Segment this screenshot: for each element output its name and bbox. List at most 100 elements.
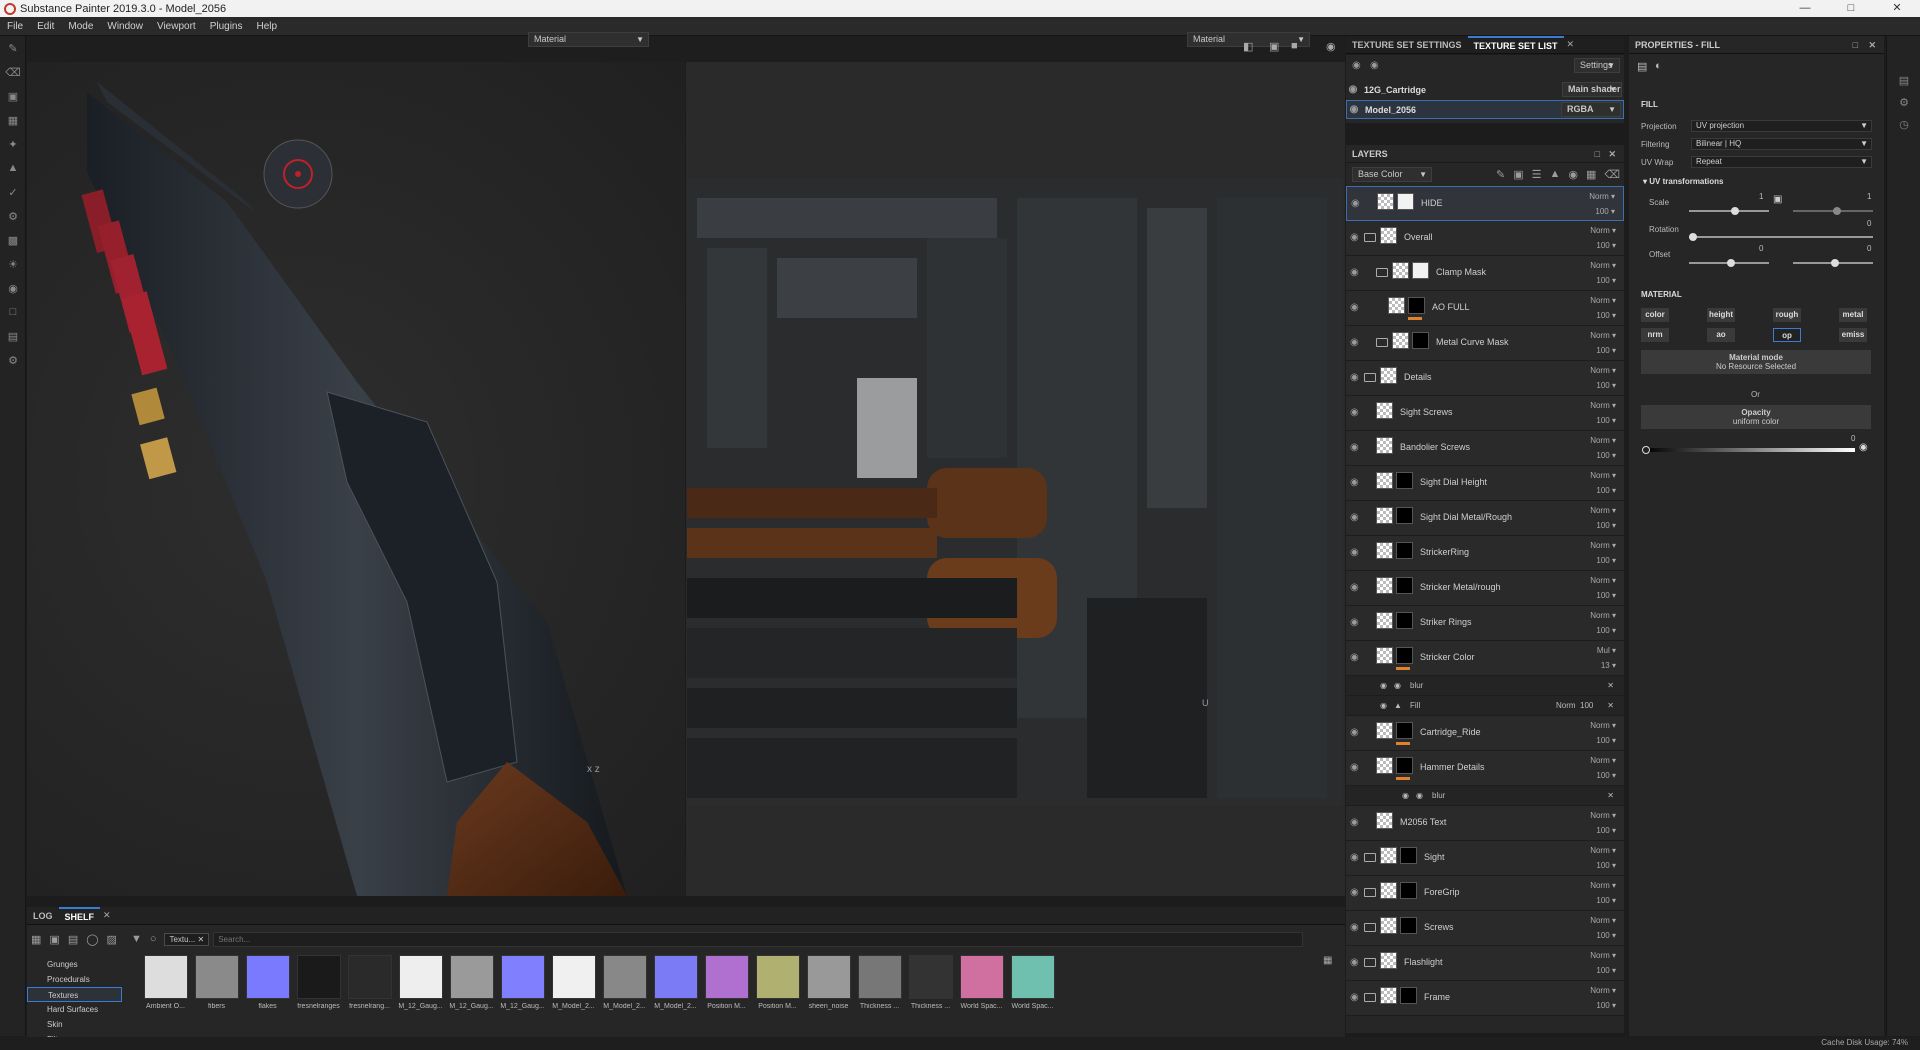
rotation-slider[interactable] xyxy=(1689,233,1873,241)
close-icon[interactable]: ✕ xyxy=(103,910,111,921)
add-layer-icon[interactable]: ◉ xyxy=(1568,168,1578,181)
add-fill-icon[interactable]: ▲ xyxy=(1550,168,1561,180)
layer-blend-mode[interactable]: Norm ▾ xyxy=(1590,331,1616,340)
projection-icon[interactable]: ▣ xyxy=(0,84,26,108)
shader-dropdown[interactable]: Main shader ▼ xyxy=(1562,82,1622,97)
shelf-category[interactable]: Textures xyxy=(27,987,122,1002)
uvwrap-dropdown[interactable]: Repeat ▼ xyxy=(1691,156,1872,168)
menu-viewport[interactable]: Viewport xyxy=(150,21,203,32)
layer-row[interactable]: ◉ Sight Dial Metal/Rough Norm ▾ 100 ▾ xyxy=(1346,501,1624,536)
layer-opacity[interactable]: 100 ▾ xyxy=(1596,591,1616,600)
channel-toggle-height[interactable]: height xyxy=(1707,308,1735,322)
folder-icon[interactable] xyxy=(1364,888,1376,897)
shelf-asset[interactable]: M_12_Gaug... xyxy=(449,955,494,1017)
filter-chip[interactable]: Textu... ✕ xyxy=(164,932,210,946)
add-mask-icon[interactable]: ▣ xyxy=(1513,168,1523,181)
layer-opacity[interactable]: 100 ▾ xyxy=(1596,736,1616,745)
layer-blend-mode[interactable]: Norm ▾ xyxy=(1590,576,1616,585)
layer-opacity[interactable]: 100 ▾ xyxy=(1596,346,1616,355)
layer-blend-mode[interactable]: Norm ▾ xyxy=(1590,951,1616,960)
clear-filter-icon[interactable]: ○ xyxy=(150,933,157,945)
close-icon[interactable]: ✕ xyxy=(1567,39,1575,50)
shelf-asset[interactable]: fibers xyxy=(194,955,239,1017)
opacity-uniform-button[interactable]: Opacity uniform color xyxy=(1641,405,1871,429)
layer-opacity[interactable]: 100 ▾ xyxy=(1596,826,1616,835)
shelf-asset[interactable]: M_Model_2... xyxy=(551,955,596,1017)
history-icon[interactable]: ◷ xyxy=(1887,114,1920,136)
maximize-icon[interactable]: □ xyxy=(1828,0,1874,17)
menu-file[interactable]: File xyxy=(0,21,30,32)
eye-icon[interactable]: ◉ xyxy=(1350,442,1362,453)
effect-row[interactable]: ◉ ◉ blur ✕ xyxy=(1346,786,1624,806)
minimize-icon[interactable]: — xyxy=(1782,0,1828,17)
eye-icon[interactable]: ◉ xyxy=(1402,791,1409,800)
eye-icon[interactable]: ◉ xyxy=(1350,992,1362,1003)
color-picker-icon[interactable]: ✓ xyxy=(0,180,26,204)
layer-blend-mode[interactable]: Norm ▾ xyxy=(1590,916,1616,925)
new-shelf-icon[interactable]: ▣ xyxy=(49,933,59,946)
settings-dropdown[interactable]: Settings ▼ xyxy=(1574,58,1620,73)
save-icon[interactable]: ▤ xyxy=(68,933,78,946)
effect-row[interactable]: ◉ ▲ Fill Norm 100 ✕ xyxy=(1346,696,1624,716)
layer-blend-mode[interactable]: Norm ▾ xyxy=(1590,436,1616,445)
layer-blend-mode[interactable]: Norm ▾ xyxy=(1590,226,1616,235)
visibility-toggle-icon[interactable]: ◉ xyxy=(1352,60,1361,71)
layer-row[interactable]: ◉ StrickerRing Norm ▾ 100 ▾ xyxy=(1346,536,1624,571)
tab-texture-set-settings[interactable]: TEXTURE SET SETTINGS xyxy=(1346,36,1468,54)
layer-row[interactable]: ◉ Stricker Color Mul ▾ 13 ▾ xyxy=(1346,641,1624,676)
eye-icon[interactable]: ◉ xyxy=(1380,681,1387,690)
folder-icon[interactable] xyxy=(1376,338,1388,347)
layer-row[interactable]: ◉ Hammer Details Norm ▾ 100 ▾ xyxy=(1346,751,1624,786)
effect-blend[interactable]: Norm xyxy=(1556,701,1576,710)
settings-tool-icon[interactable]: ⚙ xyxy=(0,204,26,228)
eye-icon[interactable]: ◉ xyxy=(1350,582,1362,593)
layer-blend-mode[interactable]: Norm ▾ xyxy=(1590,811,1616,820)
layer-blend-mode[interactable]: Norm ▾ xyxy=(1590,846,1616,855)
eye-icon[interactable]: ◉ xyxy=(1350,337,1362,348)
texture-set-row[interactable]: ◉ Model_2056 RGBA ▼ xyxy=(1346,100,1624,119)
layer-blend-mode[interactable]: Norm ▾ xyxy=(1590,721,1616,730)
color-picker-icon[interactable]: ◉ xyxy=(1859,442,1868,453)
eye-icon[interactable]: ◉ xyxy=(1350,922,1362,933)
shelf-asset[interactable]: World Spac... xyxy=(1010,955,1055,1017)
eye-icon[interactable]: ◉ xyxy=(1350,512,1362,523)
layer-opacity[interactable]: 100 ▾ xyxy=(1596,556,1616,565)
close-icon[interactable]: ✕ xyxy=(1607,681,1614,690)
menu-help[interactable]: Help xyxy=(250,21,285,32)
layer-row[interactable]: ◉ Sight Dial Height Norm ▾ 100 ▾ xyxy=(1346,466,1624,501)
layer-row[interactable]: ◉ Flashlight Norm ▾ 100 ▾ xyxy=(1346,946,1624,981)
layer-blend-mode[interactable]: Norm ▾ xyxy=(1589,192,1615,201)
viewport-3d-mode-dropdown[interactable]: Material ▼ xyxy=(528,32,649,47)
eye-icon[interactable]: ◉ xyxy=(1350,232,1362,243)
folder-icon[interactable] xyxy=(1364,853,1376,862)
layer-opacity[interactable]: 100 ▾ xyxy=(1596,486,1616,495)
channel-toggle-nrm[interactable]: nrm xyxy=(1641,328,1669,342)
material-tab-icon[interactable]: ◐ xyxy=(1655,60,1662,72)
layer-row[interactable]: ◉ Details Norm ▾ 100 ▾ xyxy=(1346,361,1624,396)
screenshot-icon[interactable]: ◉ xyxy=(1326,40,1336,53)
layer-opacity[interactable]: 100 ▾ xyxy=(1596,241,1616,250)
slider-knob[interactable] xyxy=(1731,207,1739,215)
shelf-asset[interactable]: fresnelranges xyxy=(296,955,341,1017)
menu-edit[interactable]: Edit xyxy=(30,21,61,32)
maximize-panel-icon[interactable]: □ xyxy=(1853,36,1858,54)
layer-opacity[interactable]: 100 ▾ xyxy=(1596,311,1616,320)
close-icon[interactable]: ✕ xyxy=(198,935,205,944)
bake-icon[interactable]: ▩ xyxy=(0,228,26,252)
opacity-slider[interactable] xyxy=(1642,446,1855,454)
channel-toggle-color[interactable]: color xyxy=(1641,308,1669,322)
layer-blend-mode[interactable]: Norm ▾ xyxy=(1590,401,1616,410)
layer-row[interactable]: ◉ Stricker Metal/rough Norm ▾ 100 ▾ xyxy=(1346,571,1624,606)
effect-row[interactable]: ◉ ◉ blur ✕ xyxy=(1346,676,1624,696)
slider-knob[interactable] xyxy=(1727,259,1735,267)
add-filter-icon[interactable]: ☰ xyxy=(1532,168,1542,181)
layer-row[interactable]: ◉ M2056 Text Norm ▾ 100 ▾ xyxy=(1346,806,1624,841)
eye-icon[interactable]: ◉ xyxy=(1350,267,1362,278)
channel-toggle-ao[interactable]: ao xyxy=(1707,328,1735,342)
shelf-asset[interactable]: sheen_noise xyxy=(806,955,851,1017)
environment-icon[interactable]: ▣ xyxy=(1269,40,1279,53)
eye-icon[interactable]: ◉ xyxy=(1350,727,1362,738)
layer-blend-mode[interactable]: Norm ▾ xyxy=(1590,986,1616,995)
shelf-category[interactable]: Skin xyxy=(27,1017,122,1032)
display-icon[interactable]: ☀ xyxy=(0,252,26,276)
